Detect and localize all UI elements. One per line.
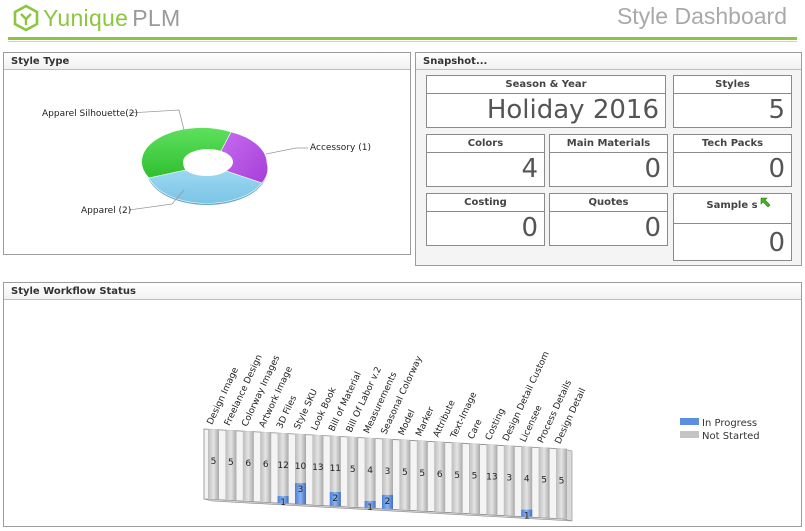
tile-label: Season & Year [427,76,665,94]
arrow-up-left-icon[interactable] [759,196,771,208]
data-label-not-started: 3 [506,474,512,484]
category-label: Care [467,417,485,441]
header-divider-shadow [8,41,797,42]
data-label-not-started: 12 [277,461,288,471]
tile-season-year: Season & Year Holiday 2016 [426,75,666,128]
style-type-chart: Apparel Silhouette(2) Accessory (1) Appa… [42,109,371,216]
data-label-in-progress: 1 [367,503,373,513]
tile-value: 4 [521,154,538,184]
legend-not-started[interactable]: Not Started [702,431,760,442]
data-label-not-started: 6 [437,470,443,480]
data-label-in-progress: 2 [332,494,338,504]
data-label-not-started: 5 [419,469,425,479]
header: Yunique PLM Style Dashboard [0,0,805,42]
workflow-chart: 5 5 6 6 12110313 1125 41325 5 6 5 5 13 3 415 5 Design … [203,350,760,522]
data-label-in-progress: 2 [385,497,391,507]
tile-quotes[interactable]: Quotes 0 [549,193,668,246]
tile-colors[interactable]: Colors 4 [426,134,545,187]
data-label-not-started: 5 [454,471,460,481]
style-type-title: Style Type [4,53,410,70]
snapshot-panel: Snapshot... Season & Year Holiday 2016 S… [415,52,802,266]
workflow-panel: Style Workflow Status 5 5 6 6 12 1 10 3 13 11 2 5 4 1… [3,282,802,527]
page-title: Style Dashboard [616,3,787,29]
tile-label: Quotes [550,194,667,212]
data-label-not-started: 4 [524,475,530,485]
data-label-in-progress: 1 [524,512,530,522]
leader-accessory [265,147,308,155]
style-type-panel: Style Type Apparel Silhouette(2) Accesso… [3,52,411,255]
workflow-title: Style Workflow Status [4,283,801,300]
tile-value: 5 [768,95,785,125]
data-label-not-started: 5 [541,476,547,486]
logo-mark-icon [13,4,39,32]
logo: Yunique PLM [12,4,180,32]
data-label-in-progress: 1 [280,498,286,508]
data-label-not-started: 4 [367,466,373,476]
data-label-not-started: 11 [330,464,341,474]
data-label-not-started: 5 [559,477,565,487]
data-label-not-started: 6 [263,460,269,470]
label-accessory: Accessory (1) [310,143,371,153]
logo-text: Yunique PLM [43,4,181,31]
data-label-not-started: 5 [472,472,478,482]
data-label-not-started: 5 [228,458,234,468]
tile-styles[interactable]: Styles 5 [673,75,792,128]
tile-label: Tech Packs [674,135,791,153]
label-apparel-silhouette: Apparel Silhouette(2) [42,109,138,119]
tile-value: 0 [644,154,661,184]
tile-label: Styles [674,76,791,94]
tile-label: Costing [427,194,544,212]
tile-main-materials[interactable]: Main Materials 0 [549,134,668,187]
data-label-in-progress: 3 [298,485,304,495]
data-label-not-started: 13 [486,473,497,483]
data-label-not-started: 13 [312,463,323,473]
data-label-not-started: 5 [350,465,356,475]
tile-value: Holiday 2016 [486,95,659,125]
snapshot-title: Snapshot... [416,53,801,70]
tile-value: 0 [768,154,785,184]
tile-value: 0 [768,228,785,258]
bars-group: 5 5 6 6 12110313 1125 41325 5 6 5 5 13 3 415 5 [208,429,567,522]
label-apparel: Apparel (2) [81,206,131,216]
tile-label: Main Materials [550,135,667,153]
legend-in-progress[interactable]: In Progress [702,418,757,429]
tile-samples-header: Sample s [674,194,791,224]
category-labels: Design ImageFreelance DesignColorway Ima… [206,350,589,446]
tile-samples[interactable]: Sample s 0 [673,193,792,261]
tile-costing[interactable]: Costing 0 [426,193,545,246]
tile-tech-packs[interactable]: Tech Packs 0 [673,134,792,187]
tile-value: 0 [521,213,538,243]
legend-swatch-in-progress [680,418,699,425]
legend-swatch-not-started [680,431,699,438]
data-label-not-started: 3 [385,467,391,477]
tile-value: 0 [644,213,661,243]
header-divider [8,37,797,40]
data-label-not-started: 10 [295,462,307,472]
data-label-not-started: 5 [211,457,217,467]
data-label-not-started: 5 [402,468,408,478]
data-label-not-started: 6 [245,459,251,469]
tile-label: Sample s [706,200,758,211]
tile-label: Colors [427,135,544,153]
pie-hole [183,149,233,175]
